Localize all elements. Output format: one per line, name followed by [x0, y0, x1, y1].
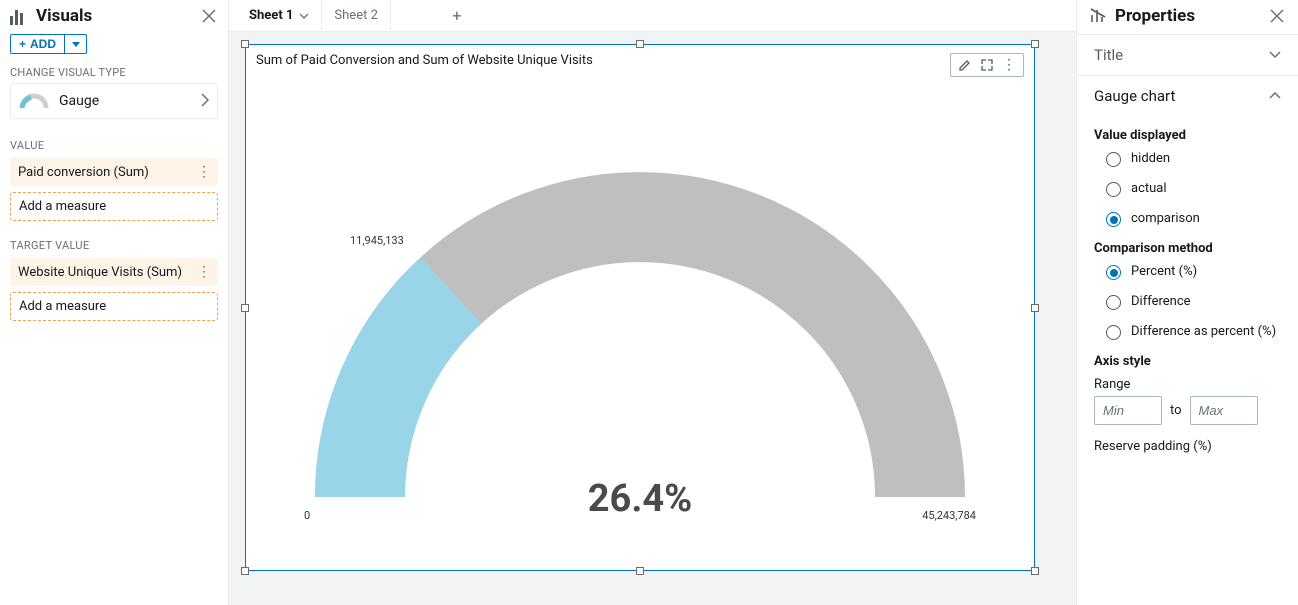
range-label: Range: [1094, 377, 1281, 392]
resize-handle[interactable]: [1031, 567, 1039, 575]
gauge-min-label: 0: [304, 509, 310, 522]
visuals-title: Visuals: [36, 6, 92, 26]
radio-icon: [1106, 265, 1121, 280]
properties-panel: Properties Title Gauge chart Value displ…: [1076, 0, 1298, 605]
properties-title: Properties: [1115, 6, 1195, 26]
value-displayed-label: Value displayed: [1094, 128, 1281, 143]
gauge-visual[interactable]: Sum of Paid Conversion and Sum of Websit…: [245, 44, 1035, 571]
add-measure-value[interactable]: Add a measure: [10, 192, 218, 221]
radio-label: Difference: [1131, 294, 1191, 309]
accordion-gauge-chart[interactable]: Gauge chart: [1077, 75, 1298, 116]
visuals-panel: Visuals + ADD CHANGE VISUAL TYPE Gauge: [0, 0, 229, 605]
kebab-icon[interactable]: ⋮: [1001, 57, 1017, 73]
gauge-max-label: 45,243,784: [922, 509, 976, 522]
radio-icon: [1106, 212, 1121, 227]
chevron-down-icon[interactable]: [299, 9, 309, 22]
chevron-up-icon: [1269, 88, 1281, 104]
sheet-tabs: Sheet 1 Sheet 2 +: [229, 0, 1076, 32]
axis-style-label: Axis style: [1094, 354, 1281, 369]
chevron-right-icon: [201, 92, 209, 111]
accordion-label: Title: [1094, 46, 1123, 64]
gauge-value-label: 11,945,133: [350, 234, 404, 247]
reserve-padding-label: Reserve padding (%): [1094, 439, 1281, 454]
gauge-icon: [19, 90, 49, 112]
main-canvas: Sheet 1 Sheet 2 + Sum of Paid Conversion…: [229, 0, 1076, 605]
properties-header: Properties: [1077, 0, 1298, 34]
target-section-label: TARGET VALUE: [0, 231, 228, 258]
radio-difference-percent[interactable]: Difference as percent (%): [1094, 324, 1281, 340]
resize-handle[interactable]: [241, 567, 249, 575]
bar-chart-icon: [10, 7, 28, 25]
radio-comparison[interactable]: comparison: [1094, 211, 1281, 227]
comparison-method-label: Comparison method: [1094, 241, 1281, 256]
visual-type-name: Gauge: [59, 93, 99, 109]
resize-handle[interactable]: [636, 40, 644, 48]
accordion-title[interactable]: Title: [1077, 34, 1298, 75]
close-icon[interactable]: [1268, 7, 1286, 25]
tab-sheet-2[interactable]: Sheet 2: [322, 0, 390, 31]
target-field-label: Website Unique Visits (Sum): [18, 265, 182, 280]
radio-label: actual: [1131, 181, 1167, 196]
plus-icon: +: [19, 37, 26, 51]
value-section-label: VALUE: [0, 131, 228, 158]
gauge-center-label: 26.4%: [246, 477, 1034, 521]
visual-type-selector[interactable]: Gauge: [10, 83, 218, 119]
radio-icon: [1106, 152, 1121, 167]
value-field-chip[interactable]: Paid conversion (Sum) ⋮: [10, 158, 218, 186]
add-visual-dropdown[interactable]: [65, 34, 87, 54]
range-max-input[interactable]: [1190, 396, 1258, 425]
range-min-input[interactable]: [1094, 396, 1162, 425]
expand-icon[interactable]: [979, 57, 995, 73]
radio-icon: [1106, 182, 1121, 197]
radio-label: Percent (%): [1131, 264, 1197, 279]
radio-icon: [1106, 295, 1121, 310]
visuals-panel-header: Visuals: [0, 0, 228, 34]
value-field-label: Paid conversion (Sum): [18, 165, 149, 180]
chevron-down-icon: [1269, 47, 1281, 63]
add-measure-target[interactable]: Add a measure: [10, 292, 218, 321]
add-sheet-button[interactable]: +: [441, 0, 473, 31]
gauge-svg: [300, 147, 980, 527]
resize-handle[interactable]: [1031, 40, 1039, 48]
radio-label: hidden: [1131, 151, 1170, 166]
radio-actual[interactable]: actual: [1094, 181, 1281, 197]
target-field-chip[interactable]: Website Unique Visits (Sum) ⋮: [10, 258, 218, 286]
radio-percent[interactable]: Percent (%): [1094, 264, 1281, 280]
tab-sheet-1[interactable]: Sheet 1: [237, 0, 322, 31]
caret-down-icon: [72, 42, 80, 47]
accordion-label: Gauge chart: [1094, 87, 1175, 105]
gauge-properties-section: Value displayed hidden actual comparison…: [1077, 116, 1298, 466]
add-visual-button[interactable]: + ADD: [10, 34, 65, 54]
close-icon[interactable]: [200, 7, 218, 25]
resize-handle[interactable]: [636, 567, 644, 575]
radio-hidden[interactable]: hidden: [1094, 151, 1281, 167]
radio-label: comparison: [1131, 211, 1200, 226]
change-visual-type-label: CHANGE VISUAL TYPE: [0, 62, 228, 83]
radio-icon: [1106, 325, 1121, 340]
visual-title: Sum of Paid Conversion and Sum of Websit…: [256, 53, 593, 68]
properties-icon: [1089, 7, 1107, 25]
kebab-icon[interactable]: ⋮: [197, 164, 210, 180]
radio-difference[interactable]: Difference: [1094, 294, 1281, 310]
kebab-icon[interactable]: ⋮: [197, 264, 210, 280]
range-to-label: to: [1170, 403, 1182, 418]
gauge-chart: 11,945,133 26.4% 0 45,243,784: [246, 77, 1034, 562]
visual-toolbar: ⋮: [950, 53, 1024, 77]
edit-icon[interactable]: [957, 57, 973, 73]
tab-label: Sheet 1: [249, 8, 293, 23]
add-button-label: ADD: [30, 37, 56, 51]
resize-handle[interactable]: [241, 40, 249, 48]
radio-label: Difference as percent (%): [1131, 324, 1276, 339]
tab-label: Sheet 2: [334, 8, 377, 23]
